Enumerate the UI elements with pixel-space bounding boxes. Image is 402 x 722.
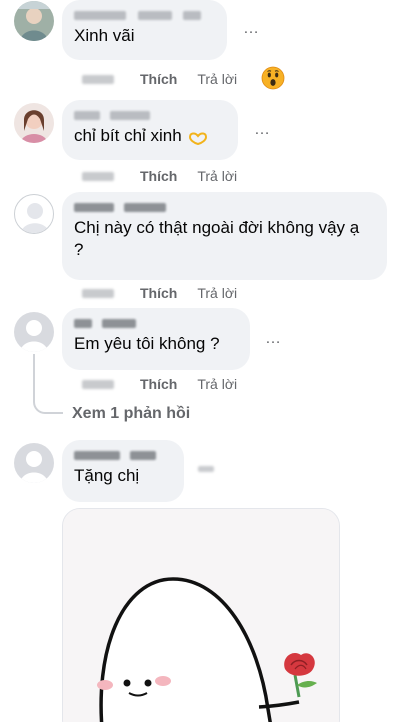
timestamp-redacted[interactable] — [82, 74, 114, 84]
like-button[interactable]: Thích — [140, 71, 177, 87]
author-name-redacted[interactable] — [74, 108, 226, 122]
comment-bubble: Tặng chị — [62, 440, 184, 502]
reply-button[interactable]: Trả lời — [197, 376, 237, 392]
avatar-photo — [14, 103, 54, 143]
heart-hands-icon — [188, 126, 208, 148]
reply-thread-connector — [33, 354, 63, 414]
wow-reaction-icon[interactable] — [261, 66, 285, 90]
comment-bubble: chỉ bít chỉ xinh — [62, 100, 238, 160]
default-avatar-icon[interactable] — [14, 443, 54, 483]
like-button[interactable]: Thích — [140, 285, 177, 301]
more-options-icon[interactable]: … — [243, 21, 260, 37]
author-name-redacted[interactable] — [74, 8, 215, 22]
default-avatar-icon[interactable] — [14, 312, 54, 352]
ghost-holding-rose-illustration — [63, 509, 339, 722]
more-options-icon[interactable]: … — [254, 122, 271, 138]
reply-button[interactable]: Trả lời — [197, 71, 237, 87]
comment-actions: Thích Trả lời — [82, 375, 237, 393]
avatar-photo — [14, 1, 54, 41]
comment-bubble: Em yêu tôi không ? — [62, 308, 250, 370]
ghost-rose-sticker[interactable] — [62, 508, 340, 722]
timestamp-redacted[interactable] — [82, 288, 114, 298]
comment-actions: Thích Trả lời — [82, 167, 237, 185]
author-name-redacted[interactable] — [74, 316, 238, 330]
reply-button[interactable]: Trả lời — [197, 285, 237, 301]
author-name-redacted[interactable] — [74, 448, 172, 462]
comment-text-content: chỉ bít chỉ xinh — [74, 126, 182, 145]
timestamp-redacted[interactable] — [82, 171, 114, 181]
comment-actions: Thích Trả lời — [82, 70, 237, 88]
comment-actions: Thích Trả lời — [82, 284, 237, 302]
view-replies-link[interactable]: Xem 1 phản hồi — [72, 405, 190, 423]
comment-bubble: Chị này có thật ngoài đời không vậy ạ ? — [62, 192, 387, 280]
comment-text: Xinh vãi — [74, 26, 135, 45]
like-button[interactable]: Thích — [140, 168, 177, 184]
more-options-icon-faded[interactable] — [198, 466, 214, 472]
comment-text: Em yêu tôi không ? — [74, 334, 220, 353]
avatar[interactable] — [14, 103, 54, 143]
avatar[interactable] — [14, 1, 54, 41]
more-options-icon[interactable]: … — [265, 331, 282, 347]
timestamp-redacted[interactable] — [82, 379, 114, 389]
author-name-redacted[interactable] — [74, 200, 375, 214]
reply-button[interactable]: Trả lời — [197, 168, 237, 184]
comment-bubble: Xinh vãi — [62, 0, 227, 60]
default-avatar-icon[interactable] — [14, 194, 54, 234]
comment-text: chỉ bít chỉ xinh — [74, 125, 226, 148]
like-button[interactable]: Thích — [140, 376, 177, 392]
comment-text: Tặng chị — [74, 466, 140, 485]
comment-text: Chị này có thật ngoài đời không vậy ạ ? — [74, 218, 360, 259]
